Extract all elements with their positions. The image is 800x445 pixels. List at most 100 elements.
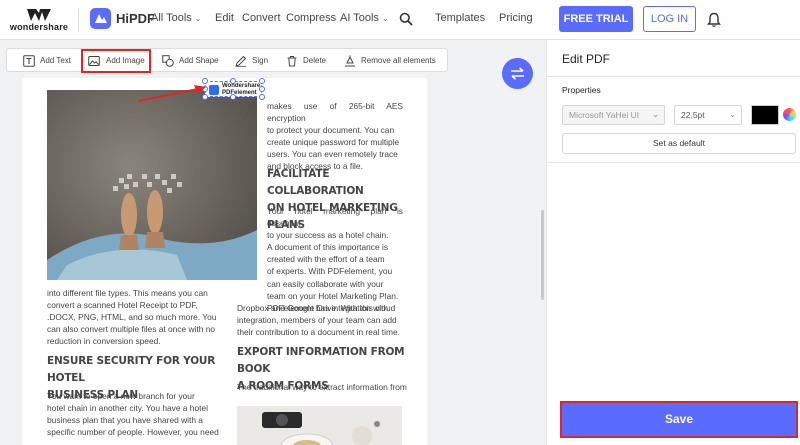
sign-button[interactable]: Sign — [235, 51, 271, 71]
paragraph-convert[interactable]: into different file types. This means yo… — [47, 287, 237, 347]
pdfelement-logo-icon — [209, 85, 219, 95]
free-trial-button[interactable]: FREE TRIAL — [559, 6, 633, 32]
add-image-button[interactable]: Add Image — [81, 49, 151, 73]
paragraph-facilitate[interactable]: Your hotel marketing plan is essential t… — [267, 205, 403, 314]
nav-convert[interactable]: Convert — [242, 12, 281, 24]
search-icon[interactable] — [399, 12, 413, 26]
nav-all-tools[interactable]: All Tools ⌄ — [151, 12, 201, 24]
delete-button[interactable]: Delete — [286, 51, 328, 71]
trash-icon — [287, 56, 297, 67]
set-as-default-button[interactable]: Set as default — [562, 133, 796, 154]
annotation-arrow-icon — [137, 85, 206, 102]
placed-image-text-line2: PDFelement — [222, 90, 257, 96]
nav-ai-tools-label: AI Tools — [340, 12, 379, 24]
swap-mode-button[interactable] — [502, 58, 533, 89]
text-line: of experts. With PDFelement, you — [267, 266, 393, 277]
resize-handle[interactable] — [259, 86, 265, 92]
wondershare-logo[interactable]: wondershare — [8, 6, 70, 34]
resize-handle[interactable] — [230, 78, 236, 84]
divider — [547, 76, 800, 77]
edit-toolbar: Add Text Add Image Add Shape Sign Delete… — [6, 48, 448, 73]
text-line: to your success as a hotel chain. — [267, 230, 389, 241]
sign-icon — [235, 55, 247, 67]
font-family-value: Microsoft YaHei UI — [569, 110, 640, 120]
text-line: users. You can even remotely trace — [267, 149, 398, 160]
remove-all-elements-label: Remove all elements — [361, 56, 436, 65]
nav-compress[interactable]: Compress — [286, 12, 336, 24]
text-line: create unique password for multiple — [267, 137, 400, 148]
save-button[interactable]: Save — [560, 401, 798, 438]
image-icon — [88, 56, 100, 66]
text-line: A document of this importance is — [267, 242, 389, 253]
text-color-swatch[interactable] — [751, 105, 779, 125]
nav-templates[interactable]: Templates — [435, 12, 485, 24]
add-shape-label: Add Shape — [179, 56, 219, 65]
add-image-label: Add Image — [106, 56, 145, 65]
placed-image-text: Wondershare PDFelement — [222, 83, 260, 97]
nav-all-tools-label: All Tools — [151, 12, 192, 24]
resize-handle[interactable] — [259, 78, 265, 84]
chevron-down-icon: ⌄ — [194, 14, 202, 23]
text-icon — [23, 55, 35, 67]
text-line: makes use of 265-bit AES encryption — [267, 101, 403, 124]
hipdf-logo-icon[interactable] — [90, 8, 111, 29]
top-navbar: wondershare HiPDF All Tools ⌄ Edit Conver… — [0, 0, 800, 40]
resize-handle[interactable] — [230, 94, 236, 100]
edit-pdf-panel: Edit PDF Properties Microsoft YaHei UI ⌄… — [546, 40, 800, 445]
remove-all-elements-button[interactable]: Remove all elements — [344, 51, 439, 71]
font-family-select[interactable]: Microsoft YaHei UI ⌄ — [562, 105, 665, 125]
text-line: convert a scanned Hotel Receipt to PDF, — [47, 300, 198, 311]
delete-label: Delete — [303, 56, 327, 65]
panel-title: Edit PDF — [562, 52, 611, 66]
add-shape-button[interactable]: Add Shape — [162, 51, 220, 71]
bell-icon[interactable] — [707, 12, 721, 28]
nav-ai-tools[interactable]: AI Tools ⌄ — [340, 12, 389, 24]
add-text-label: Add Text — [40, 56, 71, 65]
placed-image-text-line1: Wondershare — [222, 83, 261, 89]
shape-icon — [162, 55, 174, 67]
text-line: Dropbox and Google Drive. With this clou… — [237, 303, 396, 313]
divider — [547, 162, 800, 163]
text-line: .DOCX, PNG, HTML, and so much more. You — [47, 312, 217, 323]
properties-label: Properties — [562, 85, 601, 95]
heading-line: ENSURE SECURITY FOR YOUR HOTEL — [47, 355, 216, 384]
color-wheel-icon[interactable] — [783, 108, 796, 121]
text-line: business plan that you have shared with … — [47, 415, 203, 426]
text-line: integration, members of your team can ad… — [237, 315, 397, 326]
login-button[interactable]: LOG IN — [643, 6, 696, 32]
wondershare-logo-icon — [27, 9, 51, 21]
document-photo-feet — [47, 90, 257, 280]
resize-handle[interactable] — [259, 94, 265, 100]
document-photo-camera — [237, 406, 402, 445]
editor-scrollbar[interactable] — [541, 210, 544, 300]
heading-line: EXPORT INFORMATION FROM BOOK — [237, 346, 405, 375]
font-size-value: 22.5pt — [681, 110, 705, 120]
pdf-page[interactable]: makes use of 265-bit AES encryption to p… — [22, 78, 427, 445]
text-line: can also convert multiple files at once … — [47, 324, 216, 335]
chevron-down-icon: ⌄ — [652, 110, 659, 119]
nav-edit[interactable]: Edit — [215, 12, 234, 24]
text-line: team on your Hotel Marketing Plan. — [267, 290, 399, 301]
text-line: reduction in conversion speed. — [47, 336, 161, 347]
text-line: hotel chain in another city. You have a … — [47, 403, 208, 414]
paragraph-export[interactable]: The traditional way to extract informati… — [237, 381, 412, 393]
chevron-down-icon: ⌄ — [729, 110, 736, 119]
text-line: can easily collaborate with your — [267, 278, 384, 289]
paragraph-cloud-integration[interactable]: Dropbox and Google Drive. With this clou… — [237, 302, 407, 338]
nav-pricing[interactable]: Pricing — [499, 12, 533, 24]
editor-canvas: Add Text Add Image Add Shape Sign Delete… — [0, 40, 546, 445]
paragraph-security[interactable]: You want to open a new branch for your h… — [47, 390, 237, 438]
paragraph-encryption[interactable]: makes use of 265-bit AES encryption to p… — [267, 100, 403, 173]
text-line: You want to open a new branch for your — [47, 391, 195, 401]
text-line: specific number of people. However, you … — [47, 427, 219, 438]
swap-icon — [511, 67, 524, 80]
add-text-button[interactable]: Add Text — [23, 51, 75, 71]
text-line: to protect your document. You can — [267, 125, 395, 136]
nav-divider — [78, 8, 79, 32]
wondershare-logo-text: wondershare — [9, 22, 69, 32]
text-line: Your hotel marketing plan is essential — [267, 206, 403, 229]
hipdf-logo-text[interactable]: HiPDF — [116, 11, 155, 26]
chevron-down-icon: ⌄ — [381, 14, 389, 23]
sign-label: Sign — [252, 56, 269, 65]
font-size-select[interactable]: 22.5pt ⌄ — [674, 105, 742, 125]
